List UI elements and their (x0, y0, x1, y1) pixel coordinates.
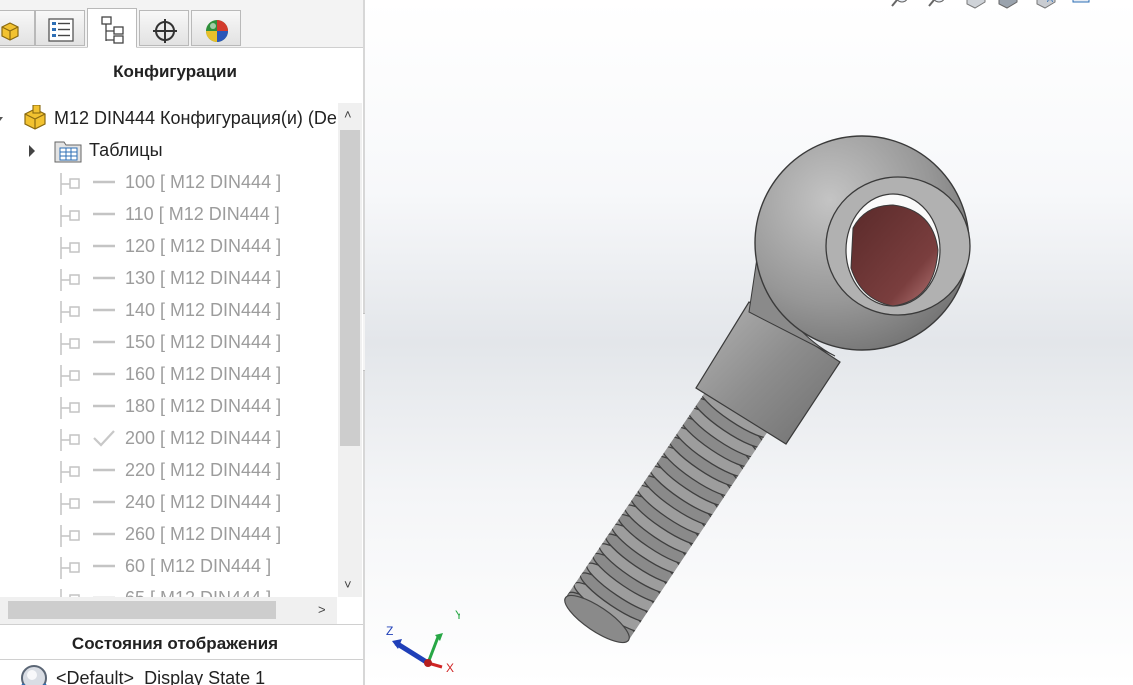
configuration-item[interactable]: 260 [ M12 DIN444 ] (0, 519, 337, 551)
configuration-connector-icon (60, 237, 80, 259)
configuration-item[interactable]: 65 [ M12 DIN444 ] (0, 583, 337, 597)
configuration-item[interactable]: 140 [ M12 DIN444 ] (0, 295, 337, 327)
tab-dimxpert-manager[interactable] (139, 10, 189, 46)
configuration-label: 130 [ M12 DIN444 ] (125, 268, 282, 288)
feature-manager-icon (1, 22, 19, 41)
configuration-label: 260 [ M12 DIN444 ] (125, 524, 282, 544)
inactive-dash-icon (93, 372, 115, 376)
configuration-item[interactable]: 180 [ M12 DIN444 ] (0, 391, 337, 423)
display-manager-icon (206, 20, 228, 42)
configuration-connector-icon (60, 269, 80, 291)
configuration-label: 60 [ M12 DIN444 ] (125, 556, 272, 576)
configuration-label: 140 [ M12 DIN444 ] (125, 300, 282, 320)
horizontal-scrollbar[interactable]: ˃ (0, 597, 337, 624)
inactive-dash-icon (93, 404, 115, 408)
part-icon (24, 105, 46, 130)
eye-bolt-model (564, 135, 971, 644)
configuration-connector-icon (60, 365, 80, 387)
configuration-item[interactable]: 120 [ M12 DIN444 ] (0, 231, 337, 263)
configuration-label: 100 [ M12 DIN444 ] (125, 172, 282, 192)
configuration-connector-icon (60, 525, 80, 547)
inactive-dash-icon (93, 276, 115, 280)
configuration-item[interactable]: 240 [ M12 DIN444 ] (0, 487, 337, 519)
inactive-dash-icon (93, 180, 115, 184)
configuration-item[interactable]: 110 [ M12 DIN444 ] (0, 199, 337, 231)
inactive-dash-icon (93, 244, 115, 248)
configuration-item[interactable]: 160 [ M12 DIN444 ] (0, 359, 337, 391)
inactive-dash-icon (93, 532, 115, 536)
configuration-connector-icon (60, 429, 80, 451)
dimxpert-manager-icon (153, 19, 177, 43)
manager-tab-bar (0, 0, 364, 48)
scroll-up-icon[interactable]: ˄ (344, 107, 352, 122)
configuration-connector-icon (60, 589, 80, 597)
triad-z-label: Z (386, 624, 393, 638)
tree-tables-item[interactable]: Таблицы (0, 135, 337, 167)
configuration-label: 160 [ M12 DIN444 ] (125, 364, 282, 384)
configuration-item[interactable]: 200 [ M12 DIN444 ] (0, 423, 337, 455)
tree-root-item[interactable]: M12 DIN444 Конфигурация(и) (De (0, 103, 337, 135)
configuration-manager-panel: Конфигурации M12 DIN444 Конфигурация(и) … (0, 0, 364, 685)
configuration-connector-icon (60, 173, 80, 195)
configuration-connector-icon (60, 205, 80, 227)
horizontal-scroll-thumb[interactable] (8, 601, 276, 619)
configuration-item[interactable]: 60 [ M12 DIN444 ] (0, 551, 337, 583)
display-state-item[interactable]: <Default>_Display State 1 (0, 662, 337, 685)
inactive-dash-icon (93, 308, 115, 312)
configuration-item[interactable]: 100 [ M12 DIN444 ] (0, 167, 337, 199)
configuration-connector-icon (60, 333, 80, 355)
configuration-label: 200 [ M12 DIN444 ] (125, 428, 282, 448)
inactive-dash-icon (93, 500, 115, 504)
configuration-connector-icon (60, 397, 80, 419)
configuration-label: 180 [ M12 DIN444 ] (125, 396, 282, 416)
configuration-item[interactable]: 220 [ M12 DIN444 ] (0, 455, 337, 487)
vertical-scroll-thumb[interactable] (340, 130, 360, 446)
configuration-connector-icon (60, 301, 80, 323)
configurations-header: Конфигурации (113, 62, 237, 81)
configuration-connector-icon (60, 493, 80, 515)
graphics-viewport[interactable]: A (365, 0, 1133, 685)
section-divider (0, 659, 364, 660)
configuration-connector-icon (60, 461, 80, 483)
configuration-label: 240 [ M12 DIN444 ] (125, 492, 282, 512)
display-state-label: <Default>_Display State 1 (56, 668, 266, 685)
scroll-down-icon[interactable]: ˅ (344, 577, 352, 592)
tree-tables-label: Таблицы (89, 140, 163, 160)
display-states-header: Состояния отображения (71, 634, 279, 653)
configuration-label: 65 [ M12 DIN444 ] (125, 588, 271, 597)
display-state-icon (21, 665, 47, 685)
inactive-dash-icon (93, 564, 115, 568)
triad-x-label: X (446, 661, 454, 675)
section-divider (0, 624, 364, 625)
scroll-right-icon[interactable]: ˃ (318, 602, 326, 617)
configuration-label: 220 [ M12 DIN444 ] (125, 460, 282, 480)
configuration-connector-icon (60, 557, 80, 579)
reference-triad: Y Z X (386, 608, 460, 675)
configuration-label: 110 [ M12 DIN444 ] (125, 204, 280, 224)
collapse-arrow-icon (0, 117, 3, 121)
vertical-scrollbar[interactable]: ˄ ˅ (338, 103, 362, 597)
expand-arrow-icon (29, 145, 35, 157)
property-manager-icon (48, 18, 74, 42)
table-folder-icon (54, 141, 82, 163)
inactive-dash-icon (93, 212, 115, 216)
configuration-manager-icon (101, 16, 124, 44)
configuration-label: 150 [ M12 DIN444 ] (125, 332, 282, 352)
configuration-item[interactable]: 130 [ M12 DIN444 ] (0, 263, 337, 295)
configuration-label: 120 [ M12 DIN444 ] (125, 236, 282, 256)
inactive-dash-icon (93, 468, 115, 472)
tree-root-label: M12 DIN444 Конфигурация(и) (De (54, 108, 337, 128)
tab-configuration-manager[interactable] (87, 8, 137, 48)
configuration-tree: M12 DIN444 Конфигурация(и) (De Таблицы 1… (0, 103, 337, 597)
inactive-dash-icon (93, 340, 115, 344)
tab-feature-manager[interactable] (0, 10, 35, 46)
tab-property-manager[interactable] (35, 10, 85, 46)
active-check-icon (93, 430, 115, 447)
configuration-item[interactable]: 150 [ M12 DIN444 ] (0, 327, 337, 359)
triad-y-label: Y (455, 608, 460, 622)
tab-display-manager[interactable] (191, 10, 241, 46)
